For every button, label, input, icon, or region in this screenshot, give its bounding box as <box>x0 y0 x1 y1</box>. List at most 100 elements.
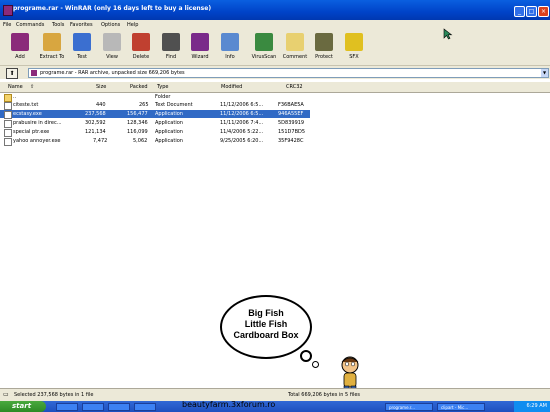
file-modified: 11/12/2006 6:5... <box>220 102 264 108</box>
application-file-icon <box>4 129 12 137</box>
taskbar-button[interactable] <box>82 403 104 411</box>
view-icon <box>103 33 121 51</box>
column-packed[interactable]: Packed <box>130 84 148 90</box>
menu-bar: File Commands Tools Favorites Options He… <box>0 20 550 29</box>
list-item[interactable]: citeste.txt 440 265 Text Document 11/12/… <box>0 101 310 110</box>
taskbar-button-winrar[interactable]: programe.r... <box>385 403 433 411</box>
file-type: Folder <box>155 94 171 100</box>
file-name: .. <box>13 94 17 100</box>
delete-button[interactable]: Delete <box>124 33 158 60</box>
extract-icon <box>43 33 61 51</box>
maximize-button[interactable]: □ <box>526 6 537 17</box>
info-button[interactable]: Info <box>213 33 247 60</box>
file-name: ecstasy.exe <box>13 111 42 117</box>
file-packed: 116,099 <box>127 129 148 135</box>
close-button[interactable]: × <box>538 6 549 17</box>
sfx-icon <box>345 33 363 51</box>
extract-to-label: Extract To <box>39 54 65 60</box>
bubble-line-3: Cardboard Box <box>233 330 299 340</box>
file-name: citeste.txt <box>13 102 39 108</box>
address-bar: ⬆ programe.rar - RAR archive, unpacked s… <box>0 66 550 79</box>
window-title: programe.rar - WinRAR (only 16 days left… <box>13 5 212 12</box>
menu-commands[interactable]: Commands <box>16 22 44 28</box>
minimize-button[interactable]: _ <box>514 6 525 17</box>
taskbar-button[interactable] <box>56 403 78 411</box>
file-type: Application <box>155 120 183 126</box>
menu-file[interactable]: File <box>3 22 11 28</box>
speech-bubble: Big Fish Little Fish Cardboard Box <box>220 295 312 359</box>
menu-help[interactable]: Help <box>127 22 138 28</box>
virusscan-label: VirusScan <box>251 54 277 60</box>
file-list-header: Name ⇧ Size Packed Type Modified CRC32 <box>0 82 550 93</box>
archive-path-field[interactable]: programe.rar - RAR archive, unpacked siz… <box>28 68 549 78</box>
find-icon <box>162 33 180 51</box>
list-item[interactable]: prabusire in direc... 302,592 128,346 Ap… <box>0 119 310 128</box>
sfx-button[interactable]: SFX <box>337 33 371 60</box>
drive-icon: ▭ <box>3 391 9 398</box>
file-type: Text Document <box>155 102 193 108</box>
system-tray-clock[interactable]: 6:29 AM <box>514 401 550 412</box>
menu-favorites[interactable]: Favorites <box>70 22 93 28</box>
file-type: Application <box>155 111 183 117</box>
application-file-icon <box>4 111 12 119</box>
column-name[interactable]: Name <box>8 84 23 90</box>
protect-icon <box>315 33 333 51</box>
status-selected-text: Selected 237,568 bytes in 1 file <box>14 392 94 398</box>
title-bar[interactable]: programe.rar - WinRAR (only 16 days left… <box>0 0 550 20</box>
column-size[interactable]: Size <box>96 84 106 90</box>
archive-icon <box>31 70 37 76</box>
application-file-icon <box>4 138 12 146</box>
winrar-icon <box>3 5 13 16</box>
test-button[interactable]: Test <box>65 33 99 60</box>
toolbar: Add Extract To Test View Delete Find Wiz… <box>0 29 550 66</box>
wizard-button[interactable]: Wizard <box>183 33 217 60</box>
file-modified: 11/11/2006 7:4... <box>220 120 264 126</box>
sort-arrow-icon: ⇧ <box>30 84 35 90</box>
taskbar-button[interactable] <box>108 403 130 411</box>
extract-to-button[interactable]: Extract To <box>35 33 69 60</box>
delete-label: Delete <box>132 54 150 60</box>
list-item-selected[interactable]: ecstasy.exe 237,568 156,477 Application … <box>0 110 310 119</box>
menu-options[interactable]: Options <box>101 22 120 28</box>
protect-label: Protect <box>315 54 333 60</box>
list-item-parent-folder[interactable]: .. Folder <box>0 93 310 102</box>
chevron-down-icon[interactable]: ▼ <box>541 69 548 77</box>
protect-button[interactable]: Protect <box>307 33 341 60</box>
add-button[interactable]: Add <box>3 33 37 60</box>
column-crc32[interactable]: CRC32 <box>286 84 303 90</box>
info-label: Info <box>225 54 235 60</box>
file-crc: 5D839919 <box>278 120 305 126</box>
application-file-icon <box>4 120 12 128</box>
comment-icon <box>286 33 304 51</box>
file-modified: 11/4/2006 5:22... <box>220 129 264 135</box>
menu-tools[interactable]: Tools <box>52 22 64 28</box>
taskbar-button-clipart[interactable]: clipart - Mic... <box>437 403 485 411</box>
file-modified: 9/25/2005 6:20... <box>220 138 264 144</box>
file-name: special ptr.exe <box>13 129 50 135</box>
speech-bubble-tail <box>300 350 312 362</box>
list-item[interactable]: special ptr.exe 121,134 116,099 Applicat… <box>0 128 310 137</box>
file-crc: 946A55EF <box>278 111 304 117</box>
file-packed: 128,346 <box>127 120 148 126</box>
virusscan-button[interactable]: VirusScan <box>247 33 281 60</box>
up-one-level-button[interactable]: ⬆ <box>6 68 18 79</box>
archive-path-text: programe.rar - RAR archive, unpacked siz… <box>40 70 185 76</box>
start-button[interactable]: start <box>0 401 46 412</box>
column-type[interactable]: Type <box>157 84 168 90</box>
column-modified[interactable]: Modified <box>221 84 242 90</box>
file-size: 121,134 <box>85 129 106 135</box>
list-item[interactable]: yahoo annoyer.exe 7,472 5,062 Applicatio… <box>0 137 310 146</box>
add-label: Add <box>15 54 25 60</box>
file-crc: 151D7BD5 <box>278 129 306 135</box>
file-crc: F36BAE5A <box>278 102 304 108</box>
test-icon <box>73 33 91 51</box>
file-crc: 35F9428C <box>278 138 304 144</box>
file-name: prabusire in direc... <box>13 120 62 126</box>
text-file-icon <box>4 102 12 110</box>
taskbar-button[interactable] <box>134 403 156 411</box>
wizard-label: Wizard <box>191 54 209 60</box>
bubble-line-1: Big Fish <box>248 308 284 318</box>
mouse-cursor-icon <box>443 28 453 40</box>
wizard-icon <box>191 33 209 51</box>
file-size: 440 <box>96 102 106 108</box>
